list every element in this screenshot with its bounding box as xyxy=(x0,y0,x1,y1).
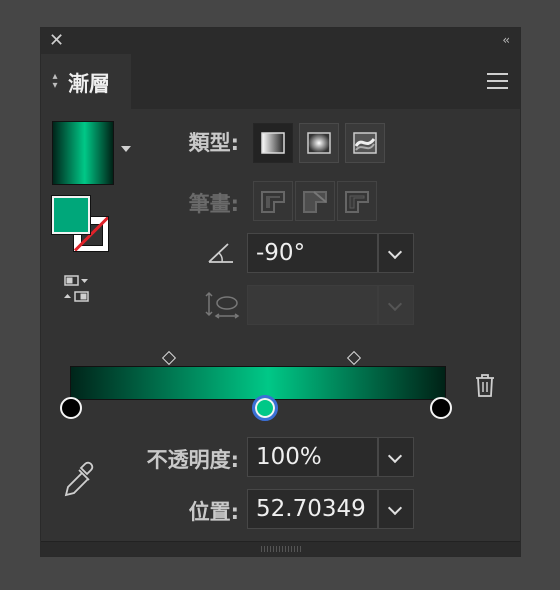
location-dropdown-button[interactable] xyxy=(378,489,414,529)
radial-gradient-icon xyxy=(307,132,331,154)
linear-gradient-button[interactable] xyxy=(253,123,293,163)
angle-icon xyxy=(208,243,233,263)
aspect-ratio-input[interactable] xyxy=(247,285,378,325)
location-input[interactable]: 52.70349 xyxy=(247,489,378,529)
opacity-label: 不透明度: xyxy=(146,448,239,472)
tab-expand-icon[interactable]: ▴ ▾ xyxy=(49,72,61,91)
tab-gradient[interactable]: ▴ ▾ 漸層 xyxy=(41,54,131,109)
grip-lines xyxy=(261,546,301,552)
stroke-within-button[interactable] xyxy=(253,181,293,221)
swap-fill-stroke-icon[interactable] xyxy=(61,274,93,304)
freeform-gradient-button[interactable] xyxy=(345,123,385,163)
freeform-gradient-icon xyxy=(353,132,377,154)
collapse-icon[interactable]: ‹‹ xyxy=(502,32,509,48)
tab-gradient-label: 漸層 xyxy=(68,72,110,96)
gradient-preview-swatch[interactable] xyxy=(52,121,114,185)
close-icon[interactable]: ✕ xyxy=(49,31,64,51)
angle-dropdown-button[interactable] xyxy=(378,233,414,273)
color-stop-left[interactable] xyxy=(60,397,82,419)
midpoint-handle-left[interactable] xyxy=(161,350,177,366)
stroke-along-icon xyxy=(303,191,327,213)
chevron-down-icon xyxy=(387,500,403,516)
gradient-slider[interactable] xyxy=(70,366,446,400)
stroke-within-icon xyxy=(261,191,285,213)
gradient-panel: ✕ ‹‹ ▴ ▾ 漸層 類型: 筆畫: -90° 不透明度: 100% 位置: … xyxy=(40,27,521,557)
radial-gradient-button[interactable] xyxy=(299,123,339,163)
trash-icon[interactable] xyxy=(473,372,497,398)
stroke-across-icon xyxy=(345,191,369,213)
panel-resize-grip[interactable] xyxy=(41,541,520,556)
type-label: 類型: xyxy=(188,131,239,155)
midpoint-handle-right[interactable] xyxy=(346,350,362,366)
color-stop-selected[interactable] xyxy=(252,395,278,421)
linear-gradient-icon xyxy=(261,132,285,154)
angle-input[interactable]: -90° xyxy=(247,233,378,273)
opacity-dropdown-button[interactable] xyxy=(378,437,414,477)
fill-swatch[interactable] xyxy=(51,195,91,235)
aspect-ratio-dropdown-button[interactable] xyxy=(378,285,414,325)
chevron-down-icon xyxy=(387,448,403,464)
preview-dropdown-icon[interactable] xyxy=(121,146,131,152)
chevron-down-icon xyxy=(387,296,403,312)
aspect-ratio-icon xyxy=(205,291,240,319)
stroke-across-button[interactable] xyxy=(337,181,377,221)
location-label: 位置: xyxy=(188,500,239,524)
stroke-label: 筆畫: xyxy=(188,192,239,216)
eyedropper-icon[interactable] xyxy=(61,460,97,500)
stroke-along-button[interactable] xyxy=(295,181,335,221)
chevron-down-icon xyxy=(387,244,403,260)
opacity-input[interactable]: 100% xyxy=(247,437,378,477)
panel-titlebar: ✕ ‹‹ xyxy=(41,28,520,54)
tab-strip: ▴ ▾ 漸層 xyxy=(41,54,520,109)
hamburger-icon[interactable] xyxy=(487,73,508,94)
color-stop-right[interactable] xyxy=(430,397,452,419)
